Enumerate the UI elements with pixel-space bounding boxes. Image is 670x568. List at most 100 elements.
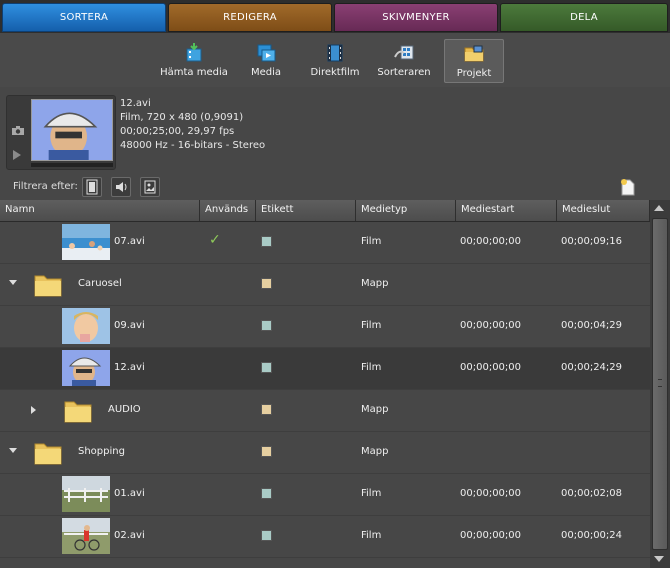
row-media-type: Film [361, 488, 382, 499]
column-header-row: Namn Används Etikett Medietyp Mediestart… [0, 200, 650, 222]
scroll-thumb[interactable] [652, 218, 668, 550]
row-media-type: Mapp [361, 278, 389, 289]
clip-preview-panel: 12.avi Film, 720 x 480 (0,9091) 00;00;25… [0, 90, 670, 174]
clip-thumbnail [62, 476, 110, 512]
row-name: 12.avi [114, 362, 145, 373]
row-media-start: 00;00;00;00 [460, 320, 522, 331]
clip-thumbnail [62, 518, 110, 554]
media-label: Media [250, 67, 282, 78]
row-media-type: Film [361, 236, 382, 247]
row-media-type: Mapp [361, 404, 389, 415]
row-media-type: Film [361, 362, 382, 373]
media-button[interactable]: Media [236, 39, 296, 83]
row-name: AUDIO [108, 404, 141, 415]
media-row[interactable]: 01.avi Film 00;00;00;00 00;00;02;08 [0, 474, 650, 516]
column-media-start[interactable]: Mediestart [456, 200, 557, 221]
speaker-icon [116, 182, 127, 192]
vertical-scrollbar[interactable] [650, 200, 670, 568]
workspace-tab-bar: SORTERA REDIGERA SKIVMENYER DELA [0, 0, 670, 33]
filter-audio-button[interactable] [111, 177, 131, 197]
row-name: 09.avi [114, 320, 145, 331]
organize-toolbar: Hämta media Media Direktfilm Sorteraren … [0, 33, 670, 87]
row-name: 01.avi [114, 488, 145, 499]
label-swatch[interactable] [261, 236, 272, 247]
clip-filename: 12.avi [120, 98, 151, 109]
row-media-end: 00;00;09;16 [561, 236, 623, 247]
folder-row[interactable]: Caruosel Mapp [0, 264, 650, 306]
row-media-end: 00;00;00;24 [561, 530, 623, 541]
row-name: Shopping [78, 446, 125, 457]
column-used[interactable]: Används [200, 200, 256, 221]
clip-thumbnail [62, 350, 110, 386]
row-media-start: 00;00;00;00 [460, 488, 522, 499]
folder-icon [34, 271, 62, 297]
collapse-arrow-icon[interactable] [9, 448, 17, 453]
column-media-type[interactable]: Medietyp [356, 200, 456, 221]
project-label: Projekt [456, 68, 492, 79]
tab-share[interactable]: DELA [500, 3, 668, 32]
row-media-start: 00;00;00;00 [460, 362, 522, 373]
label-swatch[interactable] [261, 488, 272, 499]
media-row[interactable]: 02.avi Film 00;00;00;00 00;00;00;24 [0, 516, 650, 558]
folder-icon [34, 439, 62, 465]
row-media-end: 00;00;04;29 [561, 320, 623, 331]
label-swatch[interactable] [261, 278, 272, 289]
folder-row[interactable]: Shopping Mapp [0, 432, 650, 474]
project-button[interactable]: Projekt [444, 39, 504, 83]
row-name: 07.avi [114, 236, 145, 247]
instant-movie-icon [327, 44, 343, 62]
column-media-end[interactable]: Medieslut [557, 200, 650, 221]
organizer-button[interactable]: Sorteraren [374, 39, 434, 83]
clip-thumbnail [62, 224, 110, 260]
film-icon [86, 179, 98, 195]
filter-bar: Filtrera efter: [0, 176, 670, 200]
label-swatch[interactable] [261, 530, 272, 541]
filter-video-button[interactable] [82, 177, 102, 197]
preview-thumbnail [31, 99, 113, 161]
instant-movie-button[interactable]: Direktfilm [305, 39, 365, 83]
row-name: Caruosel [78, 278, 122, 289]
scroll-down-arrow[interactable] [654, 556, 664, 562]
clip-duration: 00;00;25;00, 29,97 fps [120, 126, 235, 137]
label-swatch[interactable] [261, 446, 272, 457]
label-swatch[interactable] [261, 404, 272, 415]
media-row[interactable]: 07.avi ✓ Film 00;00;00;00 00;00;09;16 [0, 222, 650, 264]
row-media-type: Film [361, 530, 382, 541]
clip-metadata: 12.avi Film, 720 x 480 (0,9091) 00;00;25… [120, 97, 265, 153]
image-icon [144, 180, 156, 194]
row-media-type: Film [361, 320, 382, 331]
filter-label: Filtrera efter: [13, 181, 78, 192]
tab-edit[interactable]: REDIGERA [168, 3, 332, 32]
tab-disc-menus[interactable]: SKIVMENYER [334, 3, 498, 32]
preview-box [6, 95, 116, 170]
instant-movie-label: Direktfilm [310, 67, 360, 78]
filter-image-button[interactable] [140, 177, 160, 197]
media-row[interactable]: 09.avi Film 00;00;00;00 00;00;04;29 [0, 306, 650, 348]
play-icon[interactable] [13, 150, 21, 160]
get-media-label: Hämta media [160, 67, 228, 78]
preview-scrubber[interactable] [31, 163, 113, 167]
collapse-arrow-icon[interactable] [9, 280, 17, 285]
expand-arrow-icon[interactable] [31, 406, 36, 414]
new-item-icon[interactable] [620, 178, 636, 196]
row-name: 02.avi [114, 530, 145, 541]
row-media-type: Mapp [361, 446, 389, 457]
label-swatch[interactable] [261, 362, 272, 373]
row-media-end: 00;00;24;29 [561, 362, 623, 373]
label-swatch[interactable] [261, 320, 272, 331]
row-media-end: 00;00;02;08 [561, 488, 623, 499]
column-name[interactable]: Namn [0, 200, 200, 221]
column-label[interactable]: Etikett [256, 200, 356, 221]
get-media-button[interactable]: Hämta media [160, 39, 228, 83]
get-media-icon [186, 43, 202, 62]
clip-thumbnail [62, 308, 110, 344]
project-folder-icon [464, 45, 484, 62]
scroll-up-arrow[interactable] [654, 205, 664, 211]
clip-format: Film, 720 x 480 (0,9091) [120, 112, 244, 123]
media-row[interactable]: 12.avi Film 00;00;00;00 00;00;24;29 [0, 348, 650, 390]
row-media-start: 00;00;00;00 [460, 236, 522, 247]
tab-organize[interactable]: SORTERA [2, 3, 166, 32]
organizer-label: Sorteraren [377, 67, 431, 78]
folder-row[interactable]: AUDIO Mapp [0, 390, 650, 432]
camera-icon[interactable] [12, 126, 24, 135]
